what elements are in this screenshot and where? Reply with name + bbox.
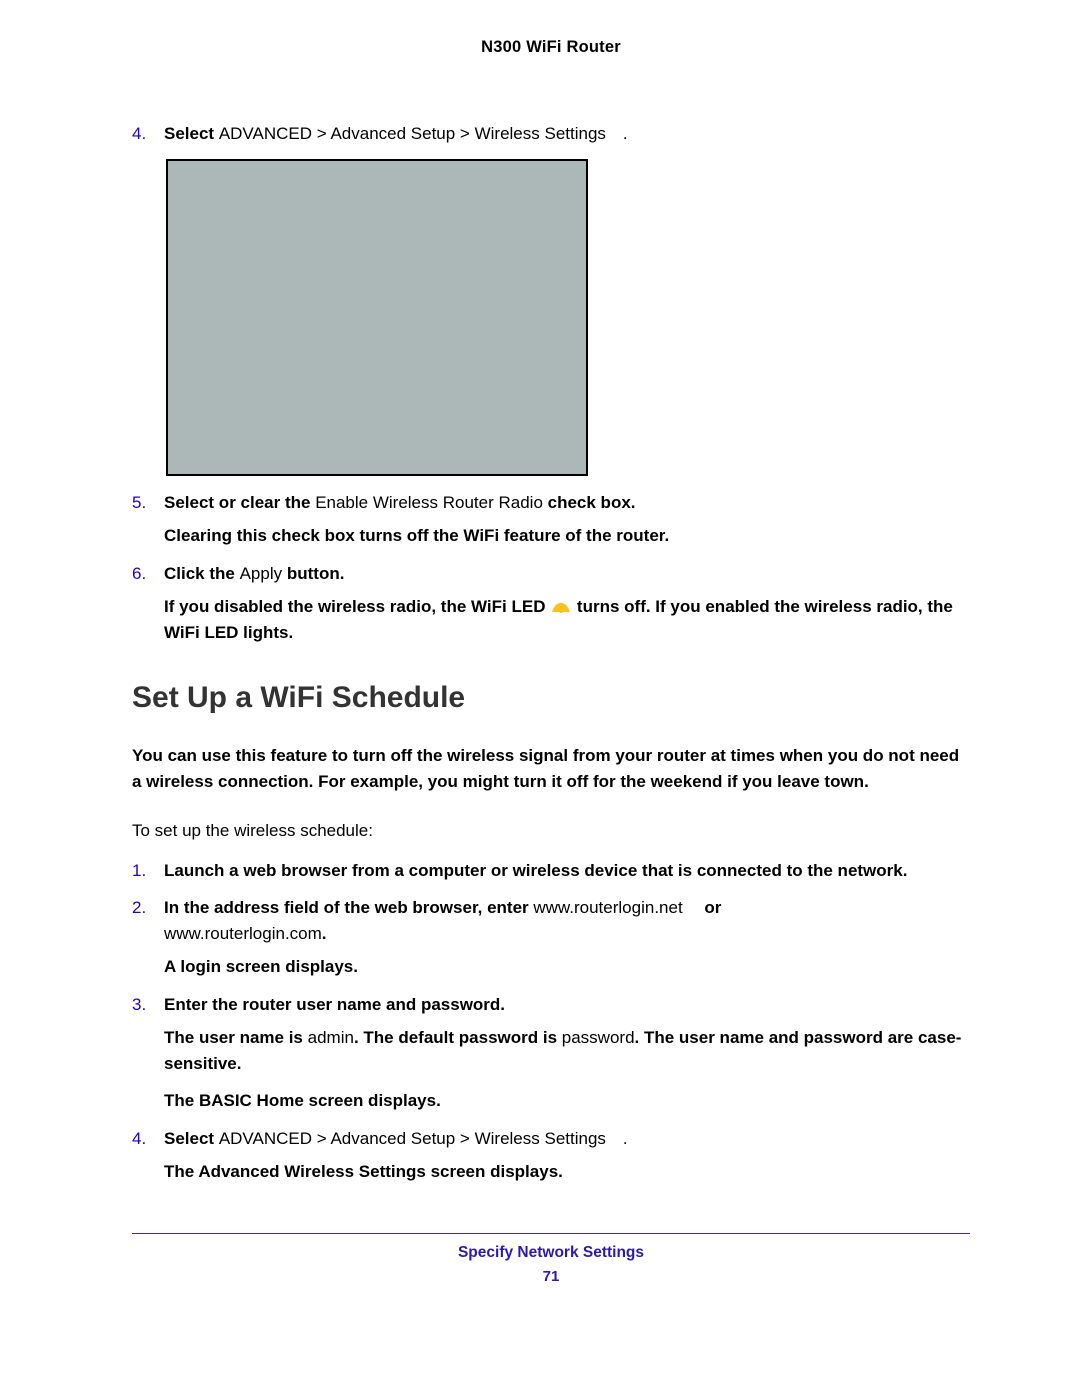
- step-marker: 4.: [132, 121, 146, 147]
- screenshot-placeholder: [166, 159, 588, 476]
- footer-chapter: Specify Network Settings: [132, 1233, 970, 1262]
- steps-a: 4. Select ADVANCED > Advanced Setup > Wir…: [132, 121, 970, 645]
- step-body: Click the Apply button.If you disabled t…: [164, 561, 970, 646]
- step-marker: 6.: [132, 561, 146, 587]
- step-marker: 2.: [132, 895, 146, 921]
- step-body: In the address field of the web browser,…: [164, 895, 970, 980]
- step-body: Select ADVANCED > Advanced Setup > Wirel…: [164, 1126, 970, 1185]
- step-marker: 4.: [132, 1126, 146, 1152]
- section-lead: To set up the wireless schedule:: [132, 818, 970, 844]
- step: 3. Enter the router user name and passwor…: [132, 992, 970, 1114]
- document-page: N300 WiFi Router 4. Select ADVANCED > Adv…: [0, 0, 1080, 1397]
- step: 6. Click the Apply button.If you disabled…: [132, 561, 970, 646]
- step: 2. In the address field of the web browse…: [132, 895, 970, 980]
- step-marker: 3.: [132, 992, 146, 1018]
- step-body: Select ADVANCED > Advanced Setup > Wirel…: [164, 121, 970, 147]
- section-heading: Set Up a WiFi Schedule: [132, 681, 970, 715]
- wifi-led-icon: [550, 600, 572, 614]
- step-body: Enter the router user name and password.…: [164, 992, 970, 1114]
- step: 4. Select ADVANCED > Advanced Setup > Wir…: [132, 121, 970, 147]
- page-header: N300 WiFi Router: [132, 38, 970, 57]
- step-marker: 5.: [132, 490, 146, 516]
- step: 5. Select or clear the Enable Wireless Ro…: [132, 490, 970, 549]
- page-number: 71: [132, 1268, 970, 1285]
- step: 4. Select ADVANCED > Advanced Setup > Wir…: [132, 1126, 970, 1185]
- step-marker: 1.: [132, 858, 146, 884]
- section-intro: You can use this feature to turn off the…: [132, 743, 970, 794]
- step-body: Launch a web browser from a computer or …: [164, 858, 970, 884]
- step: 1. Launch a web browser from a computer o…: [132, 858, 970, 884]
- steps-b: 1. Launch a web browser from a computer o…: [132, 858, 970, 1185]
- step-body: Select or clear the Enable Wireless Rout…: [164, 490, 970, 549]
